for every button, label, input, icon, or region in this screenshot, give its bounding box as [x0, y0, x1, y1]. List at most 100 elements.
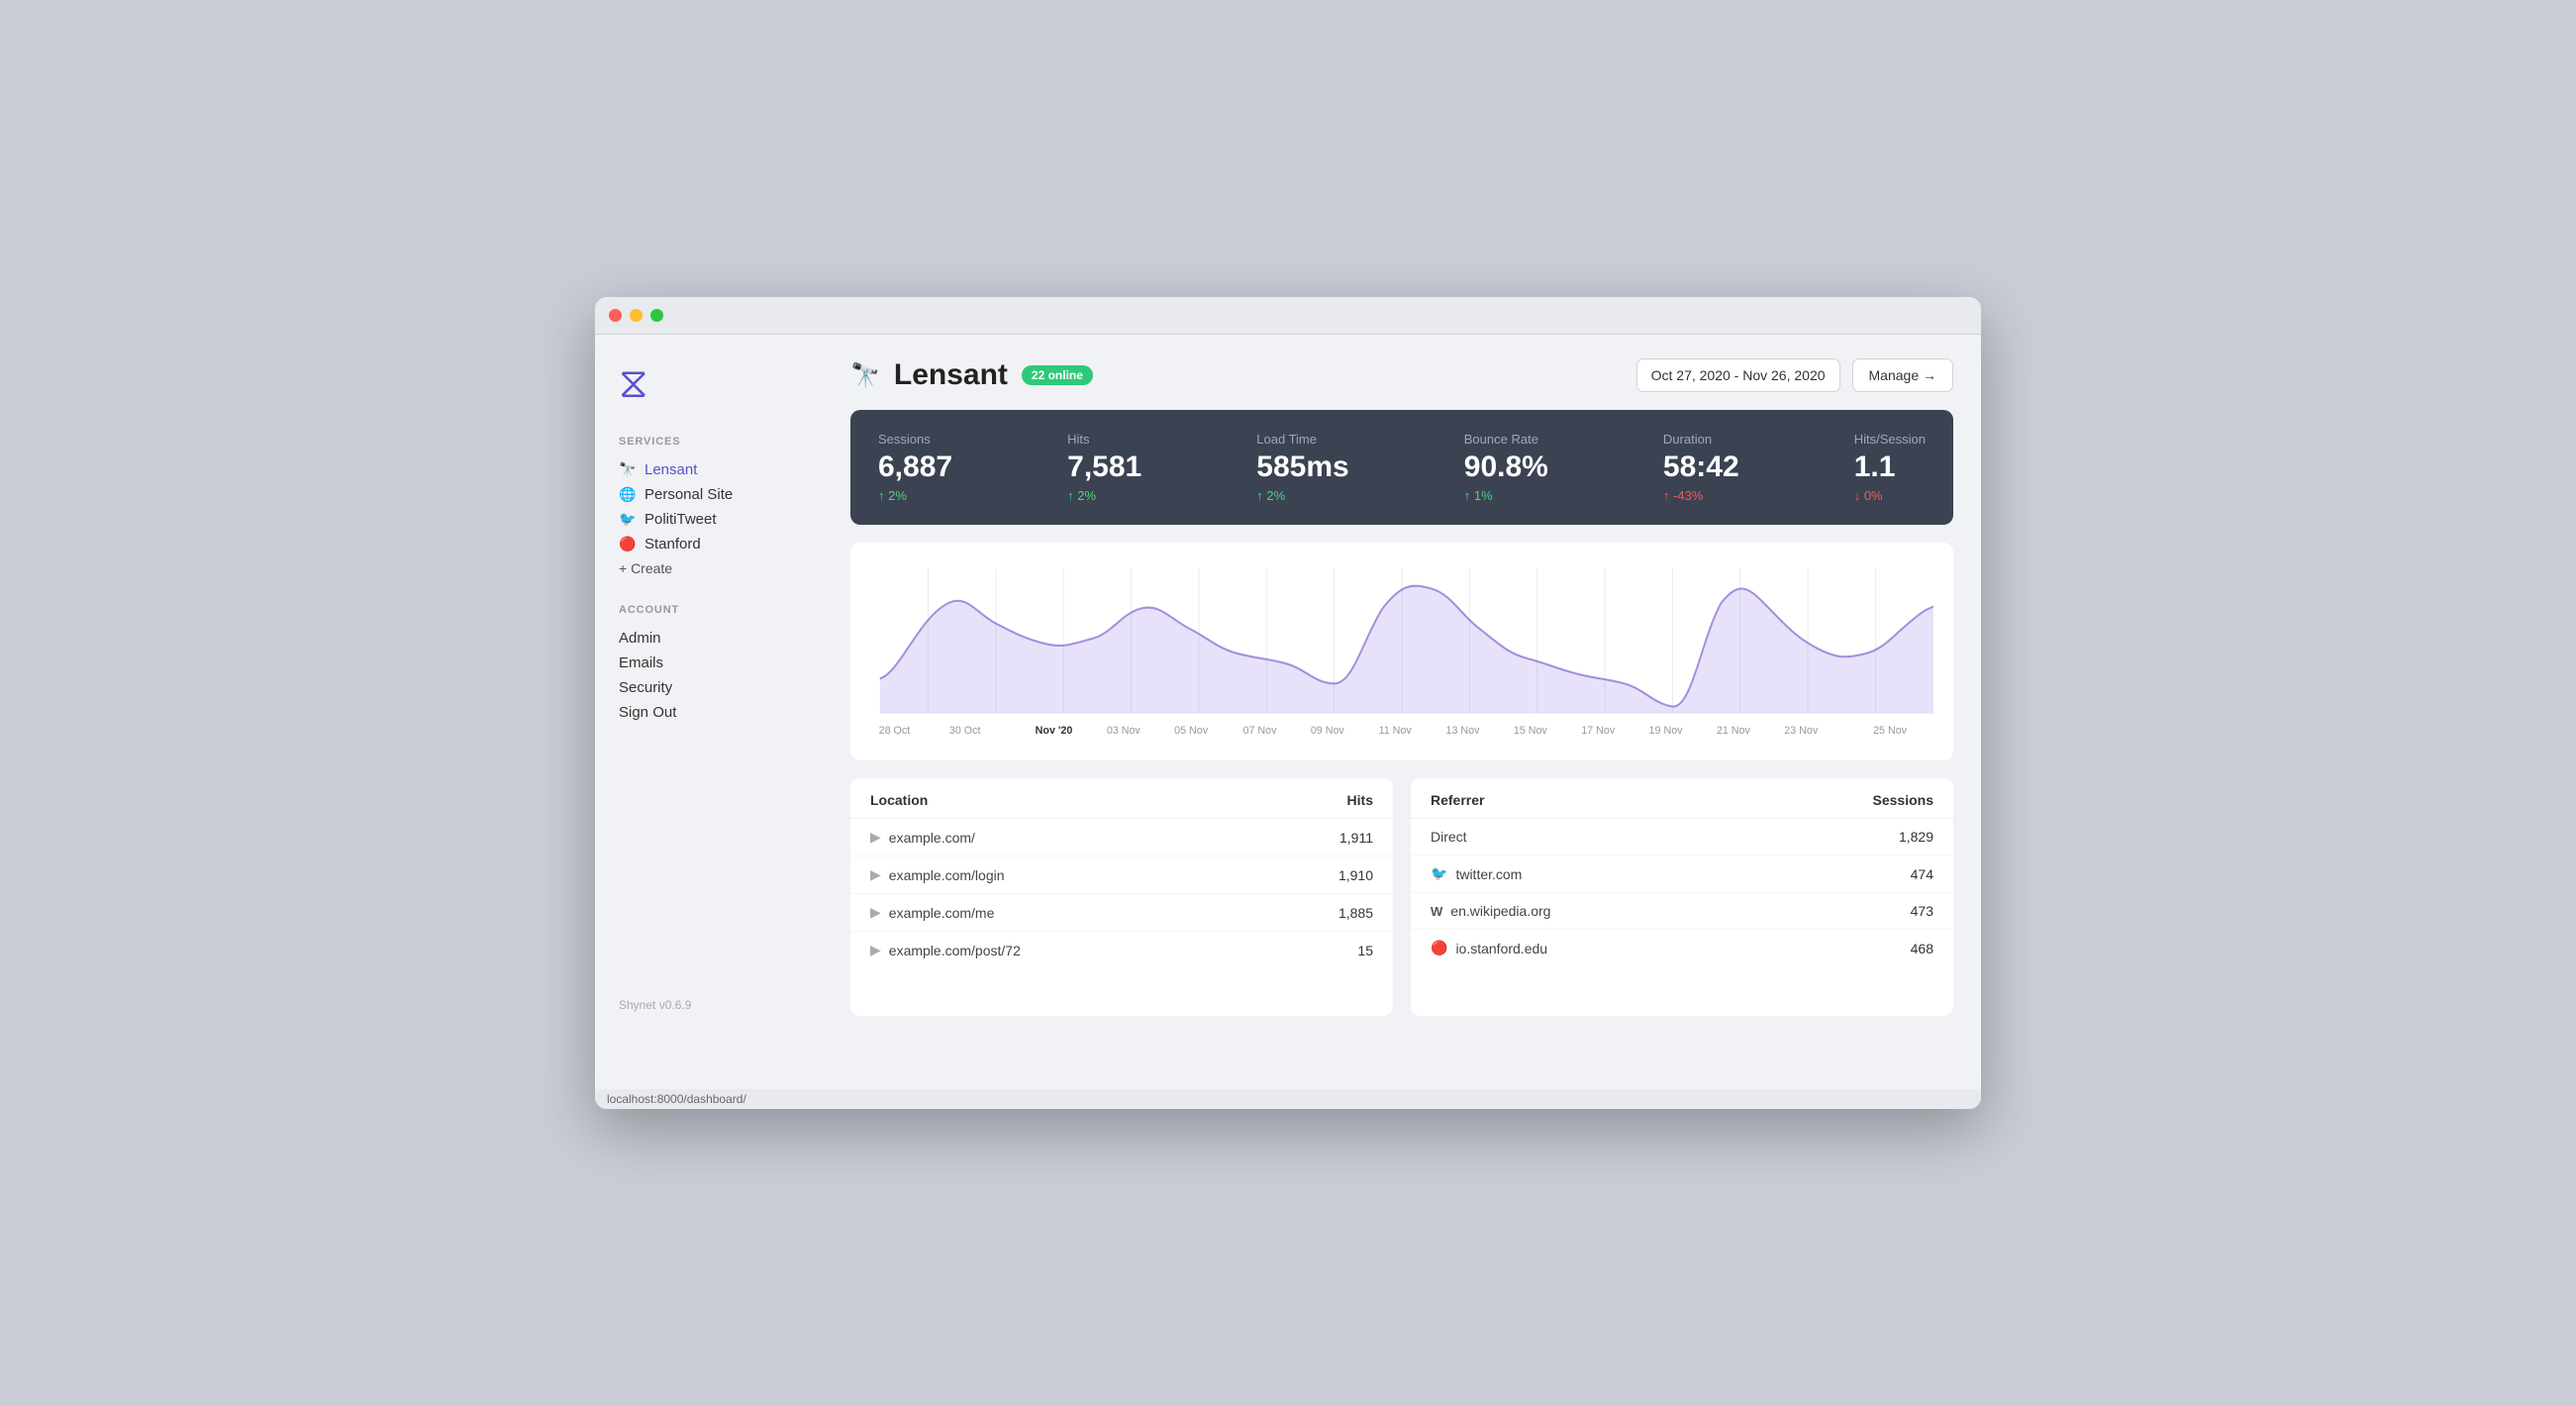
row-arrow-icon: ▶: [870, 942, 881, 958]
location-table-scroll[interactable]: ▶ example.com/ 1,911 ▶ example.com/login…: [850, 819, 1393, 1016]
stat-hitssession: Hits/Session 1.1 ↓ 0%: [1854, 432, 1926, 503]
url-text: example.com/me: [889, 905, 995, 921]
table-row: Direct 1,829: [1411, 819, 1953, 855]
sidebar-item-stanford[interactable]: 🔴 Stanford: [619, 532, 799, 556]
hits-value: 1,911: [1339, 830, 1373, 846]
stat-sessions-value: 6,887: [878, 452, 952, 482]
stat-bouncerate: Bounce Rate 90.8% ↑ 1%: [1464, 432, 1548, 503]
sidebar-item-polititweet-label: PolitiTweet: [644, 511, 717, 528]
emails-label: Emails: [619, 654, 663, 671]
content-header: 🔭 Lensant 22 online Oct 27, 2020 - Nov 2…: [850, 358, 1953, 392]
create-service-button[interactable]: + Create: [619, 556, 799, 580]
location-col-header: Location: [870, 792, 928, 808]
stat-bouncerate-change: ↑ 1%: [1464, 488, 1548, 503]
svg-text:25 Nov: 25 Nov: [1873, 725, 1907, 737]
page-title: Lensant: [894, 358, 1008, 392]
referrer-table-scroll[interactable]: Direct 1,829 🐦 twitter.com 474: [1411, 819, 1953, 1016]
create-label: + Create: [619, 560, 672, 576]
stat-sessions-label: Sessions: [878, 432, 952, 447]
stat-loadtime-label: Load Time: [1256, 432, 1348, 447]
table-row: 🔴 io.stanford.edu 468: [1411, 930, 1953, 966]
chart-card: 28 Oct 30 Oct Nov '20 03 Nov 05 Nov 07 N…: [850, 543, 1953, 760]
row-arrow-icon: ▶: [870, 829, 881, 846]
svg-text:28 Oct: 28 Oct: [879, 725, 911, 737]
referrer-table-header: Referrer Sessions: [1411, 778, 1953, 819]
url-text: example.com/login: [889, 867, 1005, 883]
svg-text:13 Nov: 13 Nov: [1446, 725, 1480, 737]
wikipedia-icon: W: [1431, 904, 1442, 919]
stat-duration-label: Duration: [1663, 432, 1739, 447]
maximize-button[interactable]: [650, 309, 663, 322]
stat-hits-label: Hits: [1067, 432, 1141, 447]
polititweet-icon: 🐦: [619, 511, 637, 528]
table-row: 🐦 twitter.com 474: [1411, 855, 1953, 893]
sessions-value: 468: [1911, 941, 1933, 956]
stat-hitssession-label: Hits/Session: [1854, 432, 1926, 447]
referrer-name: twitter.com: [1455, 866, 1522, 882]
traffic-lights: [609, 309, 663, 322]
hits-value: 1,885: [1338, 905, 1373, 921]
svg-text:15 Nov: 15 Nov: [1514, 725, 1547, 737]
bottom-tables: Location Hits ▶ example.com/ 1,911: [850, 778, 1953, 1016]
row-left: 🔴 io.stanford.edu: [1431, 940, 1547, 956]
version-label: Shynet v0.6.9: [619, 978, 799, 1012]
signout-label: Sign Out: [619, 704, 676, 721]
stat-hits-change: ↑ 2%: [1067, 488, 1141, 503]
sidebar-item-admin[interactable]: Admin: [619, 626, 799, 651]
table-row: ▶ example.com/post/72 15: [850, 932, 1393, 968]
header-right: Oct 27, 2020 - Nov 26, 2020 Manage →: [1636, 358, 1953, 392]
stanford-icon: 🔴: [619, 536, 637, 552]
titlebar: [595, 297, 1981, 335]
sidebar-item-personal-site-label: Personal Site: [644, 486, 733, 503]
stat-hits-value: 7,581: [1067, 452, 1141, 482]
referrer-name: io.stanford.edu: [1455, 941, 1547, 956]
stat-duration-value: 58:42: [1663, 452, 1739, 482]
sidebar-item-emails[interactable]: Emails: [619, 651, 799, 675]
referrer-col-header: Referrer: [1431, 792, 1484, 808]
stat-duration: Duration 58:42 ↑ -43%: [1663, 432, 1739, 503]
sessions-value: 474: [1911, 866, 1933, 882]
stat-duration-change: ↑ -43%: [1663, 488, 1739, 503]
header-app-icon: 🔭: [850, 361, 880, 390]
lensant-icon: 🔭: [619, 461, 637, 478]
date-range-display[interactable]: Oct 27, 2020 - Nov 26, 2020: [1636, 358, 1840, 392]
svg-text:23 Nov: 23 Nov: [1784, 725, 1818, 737]
referrer-table: Referrer Sessions Direct 1,829 🐦: [1411, 778, 1953, 1016]
svg-text:17 Nov: 17 Nov: [1581, 725, 1615, 737]
referrer-name: Direct: [1431, 829, 1467, 845]
svg-text:Nov '20: Nov '20: [1036, 725, 1073, 737]
stat-hitssession-change: ↓ 0%: [1854, 488, 1926, 503]
svg-text:05 Nov: 05 Nov: [1174, 725, 1208, 737]
close-button[interactable]: [609, 309, 622, 322]
svg-text:21 Nov: 21 Nov: [1717, 725, 1750, 737]
sidebar-item-security[interactable]: Security: [619, 675, 799, 700]
sidebar-item-lensant[interactable]: 🔭 Lensant: [619, 457, 799, 482]
app-window: ⧖ SERVICES 🔭 Lensant 🌐 Personal Site 🐦 P…: [595, 297, 1981, 1109]
location-table-header: Location Hits: [850, 778, 1393, 819]
row-left: ▶ example.com/post/72: [870, 942, 1021, 958]
sidebar-item-lensant-label: Lensant: [644, 461, 697, 478]
svg-text:30 Oct: 30 Oct: [949, 725, 981, 737]
stat-hits: Hits 7,581 ↑ 2%: [1067, 432, 1141, 503]
services-section-label: SERVICES: [619, 436, 799, 448]
personal-site-icon: 🌐: [619, 486, 637, 503]
sidebar-item-signout[interactable]: Sign Out: [619, 700, 799, 725]
row-arrow-icon: ▶: [870, 904, 881, 921]
area-chart: 28 Oct 30 Oct Nov '20 03 Nov 05 Nov 07 N…: [870, 558, 1933, 749]
sessions-col-header: Sessions: [1873, 792, 1933, 808]
security-label: Security: [619, 679, 672, 696]
sidebar: ⧖ SERVICES 🔭 Lensant 🌐 Personal Site 🐦 P…: [595, 335, 823, 1040]
svg-text:03 Nov: 03 Nov: [1107, 725, 1140, 737]
main-content: 🔭 Lensant 22 online Oct 27, 2020 - Nov 2…: [823, 335, 1981, 1040]
minimize-button[interactable]: [630, 309, 643, 322]
stat-loadtime-change: ↑ 2%: [1256, 488, 1348, 503]
manage-button[interactable]: Manage →: [1852, 358, 1953, 392]
row-left: Direct: [1431, 829, 1467, 845]
sidebar-item-personal-site[interactable]: 🌐 Personal Site: [619, 482, 799, 507]
row-left: ▶ example.com/me: [870, 904, 994, 921]
hits-value: 1,910: [1338, 867, 1373, 883]
svg-text:09 Nov: 09 Nov: [1311, 725, 1344, 737]
stat-sessions: Sessions 6,887 ↑ 2%: [878, 432, 952, 503]
sidebar-item-polititweet[interactable]: 🐦 PolitiTweet: [619, 507, 799, 532]
stat-hitssession-value: 1.1: [1854, 452, 1926, 482]
